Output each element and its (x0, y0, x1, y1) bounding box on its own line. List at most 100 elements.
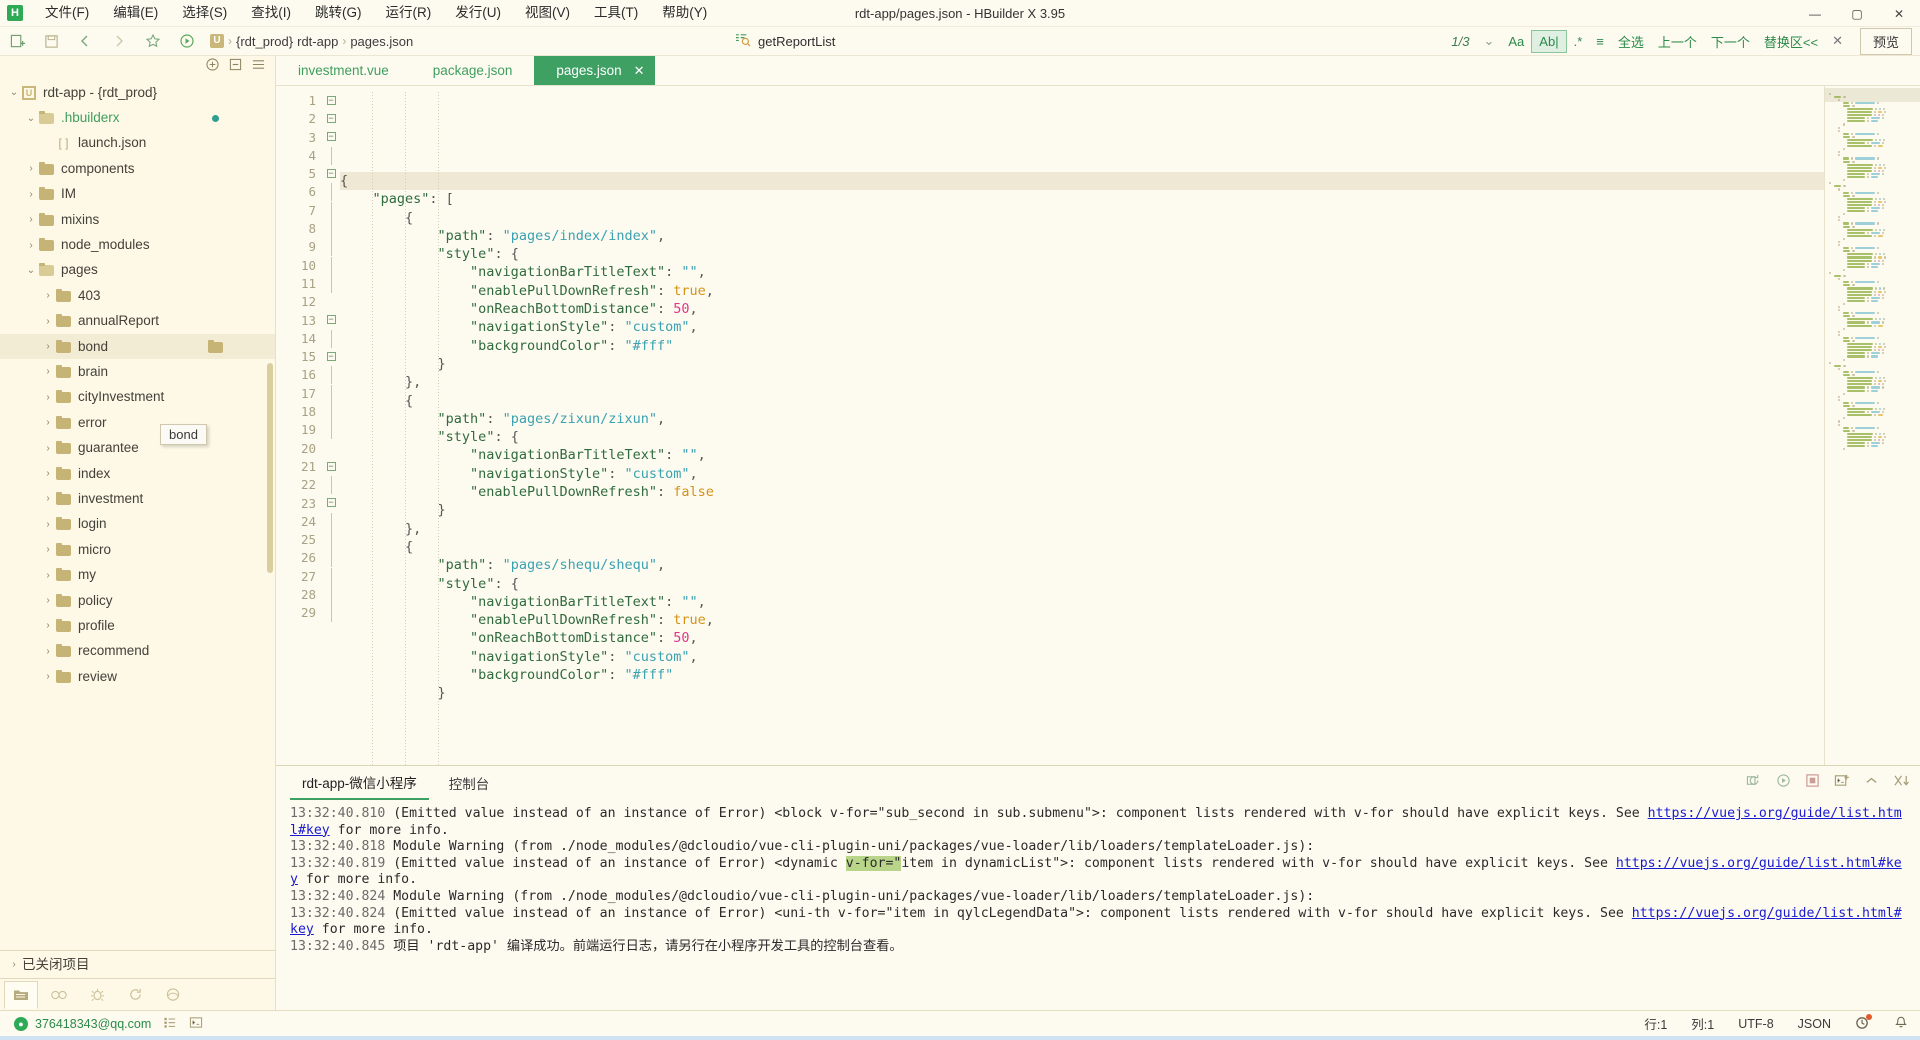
chevron-right-icon[interactable]: › (40, 392, 56, 403)
search-icon[interactable] (42, 981, 76, 1009)
fold-toggle-icon[interactable]: − (322, 495, 340, 513)
tree-item-mixins[interactable]: › mixins (0, 207, 275, 232)
run-icon[interactable] (1776, 773, 1791, 793)
account-indicator[interactable]: ● 376418343@qq.com (14, 1016, 151, 1031)
code-line[interactable]: } (340, 684, 1824, 702)
chevron-right-icon[interactable]: › (40, 290, 56, 301)
tree-item-node-modules[interactable]: › node_modules (0, 232, 275, 257)
code-line[interactable]: "path": "pages/zixun/zixun", (340, 410, 1824, 428)
tree-item-pages[interactable]: ⌄ pages (0, 258, 275, 283)
debug-icon[interactable] (80, 981, 114, 1009)
preview-button[interactable]: 预览 (1859, 27, 1912, 55)
chevron-right-icon[interactable]: › (40, 671, 56, 682)
fold-toggle-icon[interactable]: − (322, 110, 340, 128)
breadcrumb-item-workspace[interactable]: {rdt_prod} (236, 34, 293, 49)
tree-item-hbuilderx[interactable]: ⌄ .hbuilderx (0, 105, 275, 130)
tree-item-components[interactable]: › components (0, 156, 275, 181)
editor-tab-pages-json[interactable]: pages.json ✕ (534, 56, 655, 85)
fold-toggle-icon[interactable]: − (322, 458, 340, 476)
editor-tab-package-json[interactable]: package.json (411, 56, 535, 85)
tree-item-error[interactable]: › error (0, 410, 275, 435)
menu-tools[interactable]: 工具(T) (582, 1, 650, 25)
code-line[interactable]: "style": { (340, 575, 1824, 593)
chevron-right-icon[interactable]: › (40, 417, 56, 428)
code-line[interactable]: "navigationStyle": "custom", (340, 648, 1824, 666)
stop-icon[interactable] (1805, 773, 1820, 793)
fold-toggle-icon[interactable]: − (322, 348, 340, 366)
breadcrumb-item-file[interactable]: pages.json (350, 34, 413, 49)
chevron-down-icon[interactable]: ⌄ (23, 113, 39, 124)
chevron-right-icon[interactable]: › (40, 544, 56, 555)
close-find-icon[interactable]: ✕ (1825, 30, 1850, 52)
code-line[interactable]: "path": "pages/index/index", (340, 227, 1824, 245)
close-button[interactable]: ✕ (1878, 0, 1920, 27)
regex-toggle[interactable]: .* (1567, 31, 1590, 52)
chevron-right-icon[interactable]: › (40, 366, 56, 377)
tree-item-micro[interactable]: › micro (0, 537, 275, 562)
code-line[interactable]: "enablePullDownRefresh": true, (340, 282, 1824, 300)
code-line[interactable]: "onReachBottomDistance": 50, (340, 629, 1824, 647)
replace-toggle-button[interactable]: 替换区<< (1757, 29, 1825, 54)
chevron-right-icon[interactable]: › (23, 214, 39, 225)
project-manager-icon[interactable] (4, 980, 38, 1009)
closed-projects-row[interactable]: › 已关闭项目 (0, 950, 275, 978)
case-sensitive-toggle[interactable]: Aa (1501, 31, 1531, 52)
code-line[interactable]: "navigationBarTitleText": "", (340, 446, 1824, 464)
back-icon[interactable] (70, 30, 100, 52)
whole-word-toggle[interactable]: Ab| (1531, 29, 1567, 53)
code-line[interactable]: { (340, 209, 1824, 227)
chevron-right-icon[interactable]: › (40, 570, 56, 581)
code-line[interactable]: }, (340, 520, 1824, 538)
minimize-button[interactable]: — (1794, 0, 1836, 27)
code-content[interactable]: { "pages": [ { "path": "pages/index/inde… (340, 86, 1824, 765)
tree-item-profile[interactable]: › profile (0, 613, 275, 638)
cursor-column[interactable]: 列:1 (1691, 1014, 1714, 1033)
cursor-line[interactable]: 行:1 (1644, 1014, 1667, 1033)
chevron-right-icon[interactable]: › (40, 316, 56, 327)
find-input-value[interactable]: getReportList (758, 34, 835, 49)
console-tab-rdt-app[interactable]: rdt-app-微信小程序 (290, 766, 429, 800)
chevron-right-icon[interactable]: › (23, 189, 39, 200)
new-terminal-icon[interactable] (1834, 773, 1850, 793)
new-file-icon[interactable] (2, 30, 32, 52)
tree-item-review[interactable]: › review (0, 664, 275, 689)
terminal-icon[interactable] (189, 1016, 203, 1032)
bell-icon[interactable] (1894, 1015, 1908, 1033)
clear-console-icon[interactable] (1893, 773, 1910, 793)
encoding-indicator[interactable]: UTF-8 (1738, 1017, 1773, 1031)
code-line[interactable]: } (340, 501, 1824, 519)
run-icon[interactable] (172, 30, 202, 52)
tree-item-cityinvestment[interactable]: › cityInvestment (0, 385, 275, 410)
code-line[interactable]: { (340, 172, 1824, 191)
code-line[interactable]: }, (340, 373, 1824, 391)
fold-toggle-icon[interactable]: − (322, 92, 340, 110)
code-line[interactable]: "navigationStyle": "custom", (340, 465, 1824, 483)
bottom-scroll-strip[interactable] (0, 1036, 1920, 1040)
in-selection-toggle[interactable]: ≡ (1589, 31, 1611, 52)
menu-file[interactable]: 文件(F) (33, 1, 101, 25)
forward-icon[interactable] (104, 30, 134, 52)
code-line[interactable]: { (340, 538, 1824, 556)
code-line[interactable]: "onReachBottomDistance": 50, (340, 300, 1824, 318)
tree-item-im[interactable]: › IM (0, 182, 275, 207)
chevron-down-icon[interactable]: ⌄ (1476, 30, 1501, 52)
tree-item-login[interactable]: › login (0, 512, 275, 537)
tree-item-annualreport[interactable]: › annualReport (0, 309, 275, 334)
editor-tab-investment-vue[interactable]: investment.vue (276, 56, 411, 85)
chevron-right-icon[interactable]: › (40, 443, 56, 454)
code-line[interactable]: "backgroundColor": "#fff" (340, 337, 1824, 355)
code-line[interactable]: { (340, 392, 1824, 410)
extensions-icon[interactable] (156, 981, 190, 1009)
code-line[interactable]: "backgroundColor": "#fff" (340, 666, 1824, 684)
menu-publish[interactable]: 发行(U) (443, 1, 513, 25)
chevron-right-icon[interactable]: › (40, 595, 56, 606)
console-output[interactable]: 13:32:40.810 (Emitted value instead of a… (276, 800, 1920, 1010)
menu-goto[interactable]: 跳转(G) (303, 1, 374, 25)
code-line[interactable]: "enablePullDownRefresh": true, (340, 611, 1824, 629)
menu-help[interactable]: 帮助(Y) (650, 1, 719, 25)
chevron-right-icon[interactable]: › (40, 519, 56, 530)
tree-item-index[interactable]: › index (0, 461, 275, 486)
find-next-button[interactable]: 下一个 (1704, 29, 1757, 54)
tree-item-policy[interactable]: › policy (0, 588, 275, 613)
chevron-right-icon[interactable]: › (40, 341, 56, 352)
